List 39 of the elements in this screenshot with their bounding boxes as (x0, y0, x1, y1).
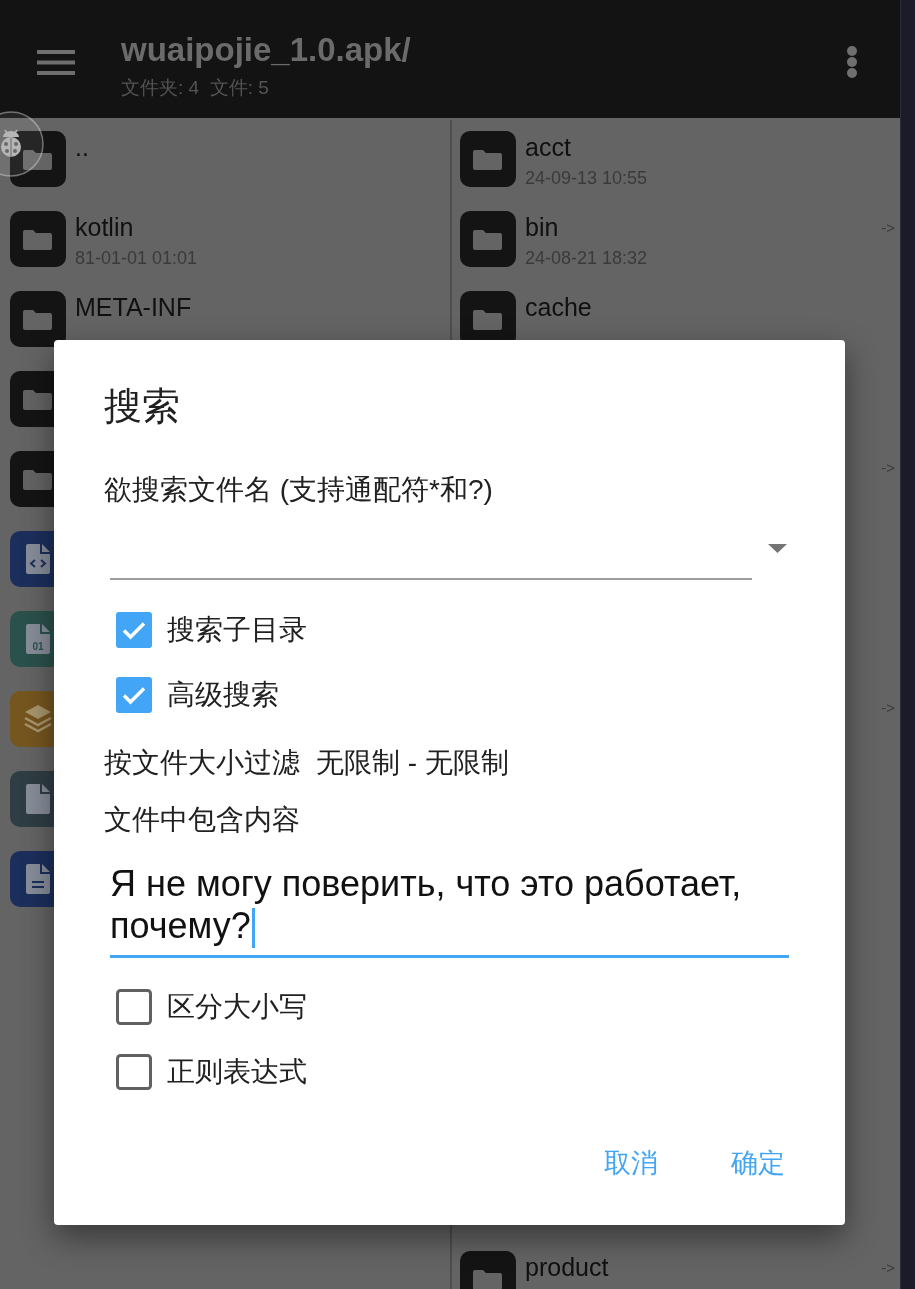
folder-icon (10, 211, 66, 267)
file-name[interactable]: cache (525, 292, 592, 322)
checkbox[interactable] (116, 676, 152, 713)
dropdown-caret-icon[interactable] (768, 544, 787, 553)
menu-icon[interactable] (37, 50, 75, 75)
link-arrow: -> (881, 698, 895, 718)
checkbox-label[interactable]: 搜索子目录 (167, 612, 307, 647)
filename-label: 欲搜索文件名 (支持通配符*和?) (104, 473, 494, 507)
file-name[interactable]: acct (525, 132, 648, 162)
link-arrow: -> (881, 218, 895, 238)
file-name[interactable]: kotlin (75, 212, 198, 242)
item-count: 文件夹: 4 文件: 5 (121, 76, 270, 100)
file-name[interactable]: bin (525, 212, 648, 242)
content-label: 文件中包含内容 (104, 803, 301, 837)
folder-icon (10, 131, 66, 187)
checkbox[interactable] (116, 989, 152, 1025)
link-arrow: -> (881, 1258, 895, 1278)
dialog-button[interactable]: 确定 (715, 1137, 801, 1190)
dialog-title: 搜索 (104, 384, 181, 429)
file-name[interactable]: product (525, 1252, 609, 1282)
folder-icon (460, 131, 516, 187)
bug-icon[interactable] (0, 110, 44, 178)
file-name[interactable]: .. (75, 132, 89, 162)
content-input[interactable]: Я не могу поверить, что это работает, почему? (110, 863, 789, 959)
size-filter-label: 按文件大小过滤 (104, 746, 300, 780)
text-cursor (251, 908, 255, 949)
folder-icon (10, 291, 66, 347)
checkbox-label[interactable]: 区分大小写 (167, 990, 307, 1024)
folder-path-title: wuaipojie_1.0.apk/ (121, 31, 411, 69)
dialog-button[interactable]: 取消 (588, 1137, 674, 1190)
file-name[interactable]: META-INF (75, 292, 192, 322)
link-arrow: -> (881, 458, 895, 478)
checkbox-label[interactable]: 高级搜索 (167, 677, 279, 712)
checkbox[interactable] (116, 1054, 152, 1090)
size-filter-value[interactable]: 无限制 - 无限制 (316, 746, 509, 780)
folder-icon (460, 211, 516, 267)
checkbox-label[interactable]: 正则表达式 (167, 1055, 307, 1089)
more-options-icon[interactable] (846, 46, 858, 78)
checkbox[interactable] (116, 611, 152, 648)
